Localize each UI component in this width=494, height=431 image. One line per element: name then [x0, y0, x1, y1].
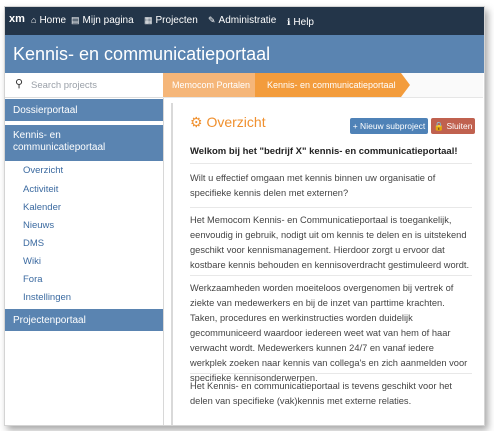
sidebar-item-dms[interactable]: DMS: [23, 238, 44, 249]
welcome-heading: Welkom bij het "bedrijf X" kennis- en co…: [190, 146, 458, 157]
nav-projecten[interactable]: ▦ Projecten: [144, 15, 198, 26]
close-button[interactable]: 🔒 Sluiten: [431, 118, 475, 134]
sidebar-section-projectenportaal[interactable]: Projectenportaal: [5, 309, 163, 331]
divider: [190, 207, 472, 208]
divider: [190, 163, 472, 164]
sidebar-item-overzicht[interactable]: Overzicht: [23, 165, 63, 176]
sidebar-item-nieuws[interactable]: Nieuws: [23, 220, 54, 231]
sidebar-section-kennisportaal[interactable]: Kennis- en communicatieportaal: [5, 125, 163, 161]
breadcrumb: Memocom Portalen Kennis- en communicatie…: [163, 73, 483, 98]
sidebar-item-instellingen[interactable]: Instellingen: [23, 292, 71, 303]
nav-mijn-pagina[interactable]: ▤ Mijn pagina: [71, 15, 134, 26]
breadcrumb-arrow: [401, 73, 410, 97]
divider: [190, 373, 472, 374]
nav-administratie[interactable]: ✎ Administratie: [208, 15, 276, 26]
info-icon: ℹ: [287, 17, 291, 27]
home-icon: ⌂: [31, 15, 37, 25]
projects-icon: ▦: [144, 15, 153, 25]
search-box: ⚲: [5, 73, 163, 98]
new-subproject-button[interactable]: + Nieuw subproject: [350, 118, 428, 134]
nav-home[interactable]: ⌂ Home: [31, 15, 66, 26]
app-window: xm ⌂ Home ▤ Mijn pagina ▦ Projecten ✎ Admini…: [4, 6, 485, 426]
portal-header: Kennis- en communicatieportaal: [5, 35, 484, 73]
sidebar-item-activiteit[interactable]: Activiteit: [23, 184, 58, 195]
page-title: Kennis- en communicatieportaal: [13, 44, 271, 64]
sidebar-item-fora[interactable]: Fora: [23, 274, 43, 285]
page-icon: ▤: [71, 15, 80, 25]
divider: [190, 275, 472, 276]
top-navigation: xm ⌂ Home ▤ Mijn pagina ▦ Projecten ✎ Admini…: [5, 7, 484, 35]
sidebar-section-dossierportaal[interactable]: Dossierportaal: [5, 99, 163, 121]
breadcrumb-kennisportaal: Kennis- en communicatieportaal: [255, 73, 401, 97]
paragraph-portal: Het Memocom Kennis- en Communicatieporta…: [190, 215, 470, 270]
search-input[interactable]: [29, 77, 159, 93]
sidebar-item-wiki[interactable]: Wiki: [23, 256, 41, 267]
app-logo[interactable]: xm: [9, 13, 25, 25]
breadcrumb-memocom-portalen[interactable]: Memocom Portalen: [163, 73, 255, 97]
paragraph-intro: Wilt u effectief omgaan met kennis binne…: [190, 173, 436, 198]
paragraph-extern: Het Kennis- en communicatieportaal is te…: [190, 381, 452, 406]
main-content: ⚙ Overzicht + Nieuw subproject 🔒 Sluiten…: [171, 103, 478, 425]
paragraph-werkzaamheden: Werkzaamheden worden moeiteloos overgeno…: [190, 283, 468, 383]
search-icon: ⚲: [15, 78, 24, 90]
overview-title: ⚙ Overzicht: [190, 114, 266, 130]
nav-help[interactable]: ℹ Help: [287, 17, 314, 28]
dashboard-icon: ⚙: [190, 114, 203, 130]
sidebar: ⚲ Dossierportaal Kennis- en communicatie…: [5, 73, 164, 425]
sidebar-item-kalender[interactable]: Kalender: [23, 202, 61, 213]
wrench-icon: ✎: [208, 15, 216, 25]
